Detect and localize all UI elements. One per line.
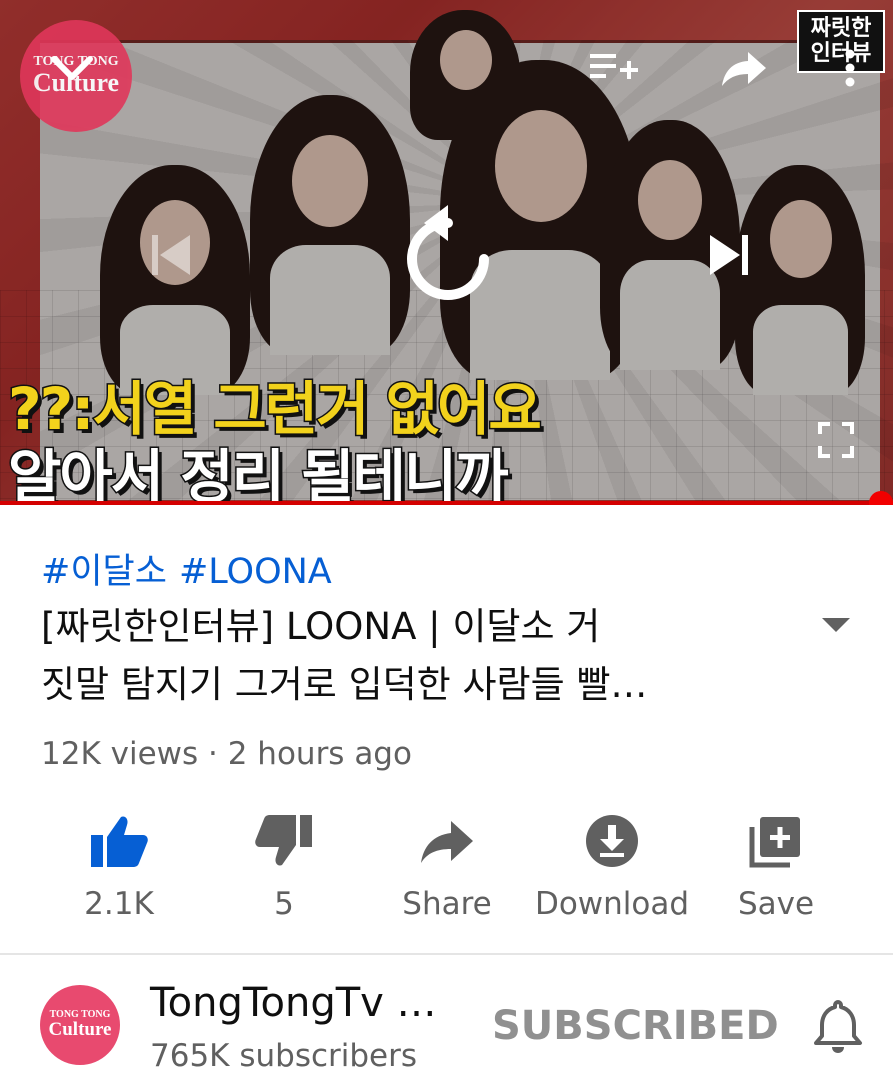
expand-description-button[interactable]: [818, 612, 854, 636]
replay-icon: [407, 205, 489, 300]
subscriber-count: 765K subscribers: [150, 1038, 418, 1074]
subscribed-button[interactable]: SUBSCRIBED: [492, 1003, 779, 1049]
thumbnail-caption-line2: 알아서 정리 될테니까: [7, 442, 511, 506]
share-button-overlay[interactable]: [712, 42, 776, 94]
series-badge-line1: 짜릿한: [810, 16, 872, 41]
save-button[interactable]: Save: [691, 806, 861, 922]
download-icon: [586, 815, 638, 867]
chevron-down-icon: [51, 56, 93, 80]
share-button[interactable]: Share: [362, 806, 532, 922]
video-meta: 12K views · 2 hours ago: [41, 736, 412, 772]
video-title[interactable]: [짜릿한인터뷰] LOONA | 이달소 거 짓말 탐지기 그거로 입덕한 사람…: [41, 598, 781, 714]
playlist-add-icon: [590, 54, 638, 79]
fullscreen-icon: [818, 422, 854, 458]
minimize-button[interactable]: [44, 44, 100, 92]
like-count: 2.1K: [84, 886, 154, 922]
avatar-big-text: Culture: [48, 1018, 112, 1040]
bell-icon: [814, 1000, 862, 1053]
video-title-line1: [짜릿한인터뷰] LOONA | 이달소 거: [41, 605, 601, 648]
channel-avatar[interactable]: TONG TONG Culture: [40, 985, 120, 1065]
share-arrow-icon: [722, 52, 766, 86]
add-to-queue-button[interactable]: [580, 44, 644, 92]
video-player[interactable]: ??:서열 그런거 없어요 알아서 정리 될테니까 TONG TONG Cult…: [0, 0, 893, 505]
download-label: Download: [534, 886, 690, 922]
skip-previous-icon: [152, 235, 190, 275]
save-label: Save: [737, 886, 815, 922]
channel-name[interactable]: TongTongTv …: [150, 980, 437, 1026]
replay-button[interactable]: [398, 200, 498, 310]
next-video-button[interactable]: [700, 225, 760, 285]
download-button[interactable]: Download: [527, 806, 697, 922]
section-divider: [0, 953, 893, 955]
like-button[interactable]: 2.1K: [34, 806, 204, 922]
thumb-up-icon: [91, 816, 148, 867]
thumb-down-icon: [255, 815, 312, 866]
dislike-button[interactable]: 5: [199, 806, 369, 922]
skip-next-icon: [710, 235, 748, 275]
caret-down-icon: [822, 618, 850, 632]
share-label: Share: [402, 886, 492, 922]
progress-bar[interactable]: [0, 501, 893, 505]
hashtag-row: #이달소 #LOONA: [41, 543, 344, 594]
share-icon: [421, 821, 473, 863]
more-options-button[interactable]: [828, 42, 872, 94]
dislike-count: 5: [274, 886, 294, 922]
hashtag-link[interactable]: #LOONA: [179, 552, 332, 592]
hashtag-link[interactable]: #이달소: [41, 552, 167, 592]
playlist-add-icon: [749, 817, 800, 868]
more-vertical-icon: [845, 49, 855, 87]
previous-video-button[interactable]: [140, 225, 200, 285]
video-title-line2: 짓말 탐지기 그거로 입덕한 사람들 빨…: [41, 663, 648, 706]
action-row: 2.1K 5 Share Download Save: [0, 806, 893, 936]
fullscreen-button[interactable]: [812, 416, 860, 464]
notification-bell-button[interactable]: [812, 998, 864, 1054]
